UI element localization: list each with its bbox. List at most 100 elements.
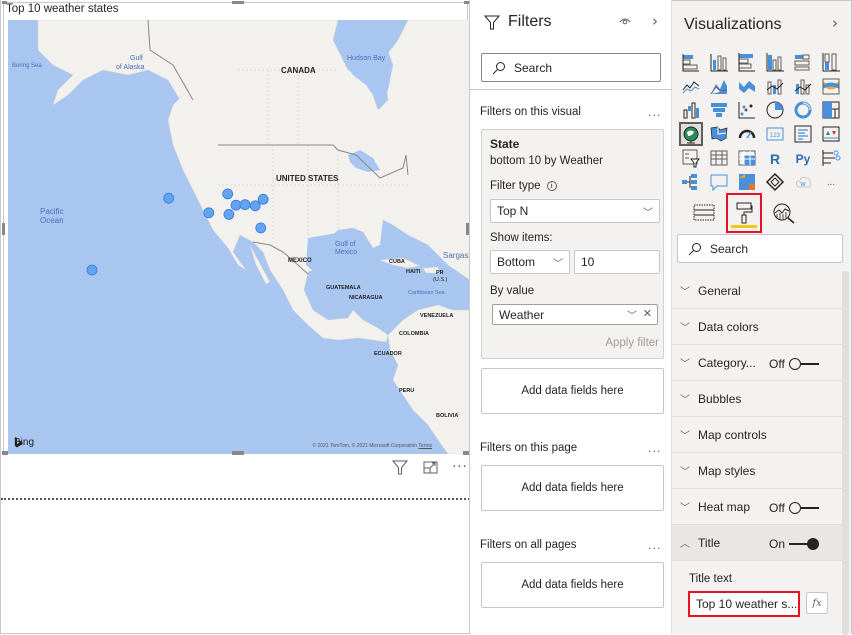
viz-100-stacked-bar-chart[interactable] bbox=[789, 50, 817, 74]
map-area[interactable]: Bering Sea Gulf of Alaska CANADA Hudson … bbox=[8, 20, 470, 454]
bubble-georgia[interactable] bbox=[249, 200, 261, 212]
collapse-filters-icon[interactable]: › bbox=[652, 12, 658, 30]
tab-analytics[interactable] bbox=[768, 195, 800, 231]
viz-multi-row-card[interactable] bbox=[789, 122, 817, 146]
viz-stacked-column-chart[interactable] bbox=[705, 50, 733, 74]
toggle-knob[interactable] bbox=[788, 358, 801, 370]
resize-handle-top[interactable] bbox=[232, 1, 244, 4]
show-items-count-input[interactable]: 10 bbox=[574, 250, 660, 274]
viz-waterfall-chart[interactable] bbox=[677, 98, 705, 122]
bubble-alabama[interactable] bbox=[239, 199, 251, 211]
format-card-map-styles[interactable]: ﹀ Map styles bbox=[672, 453, 842, 489]
toggle-track[interactable] bbox=[788, 358, 819, 370]
section-visual-more-icon[interactable]: ... bbox=[648, 106, 662, 119]
chevron-down-icon[interactable]: ﹀ bbox=[627, 307, 637, 322]
info-icon[interactable]: i bbox=[546, 181, 557, 191]
remove-field-icon[interactable]: ✕ bbox=[643, 307, 652, 320]
bubble-mississippi[interactable] bbox=[230, 199, 242, 211]
show-items-direction-dropdown[interactable]: Bottom ﹀ bbox=[490, 250, 570, 274]
format-search-input[interactable]: Search bbox=[677, 234, 843, 263]
viz-stacked-area-chart[interactable] bbox=[733, 74, 761, 98]
format-pane-scrollbar[interactable] bbox=[842, 271, 849, 635]
toggle-switch[interactable]: Off bbox=[769, 501, 819, 515]
eye-icon[interactable] bbox=[619, 15, 631, 28]
filter-type-dropdown[interactable]: Top N ﹀ bbox=[490, 199, 660, 223]
format-card-category[interactable]: ﹀ Category... Off bbox=[672, 345, 842, 381]
bubble-arizona[interactable] bbox=[163, 192, 175, 204]
section-all-more-icon[interactable]: ... bbox=[648, 539, 662, 552]
resize-handle-left[interactable] bbox=[2, 223, 5, 235]
bubble-texas[interactable] bbox=[203, 207, 215, 219]
resize-handle-top-left[interactable] bbox=[2, 1, 7, 4]
viz-scatter-chart[interactable] bbox=[733, 98, 761, 122]
filter-icon[interactable] bbox=[391, 459, 409, 475]
bubble-florida[interactable] bbox=[255, 222, 267, 234]
viz-card[interactable]: 123 bbox=[761, 122, 789, 146]
resize-handle-bottom-left[interactable] bbox=[2, 451, 8, 455]
format-card-map-controls[interactable]: ﹀ Map controls bbox=[672, 417, 842, 453]
conditional-formatting-fx-button[interactable]: fx bbox=[806, 592, 828, 614]
viz-line-and-clustered-column-chart[interactable] bbox=[789, 74, 817, 98]
bubble-arkansas[interactable] bbox=[222, 188, 234, 200]
format-card-data-colors[interactable]: ﹀ Data colors bbox=[672, 309, 842, 345]
viz-map[interactable] bbox=[677, 122, 705, 146]
resize-handle-bottom[interactable] bbox=[232, 451, 244, 455]
page-filters-drop-zone[interactable]: Add data fields here bbox=[481, 465, 664, 511]
viz-line-and-stacked-column-chart[interactable] bbox=[761, 74, 789, 98]
format-card-general[interactable]: ﹀ General bbox=[672, 273, 842, 309]
map-visual[interactable]: Top 10 weather states Bering Sea Gulf of… bbox=[2, 1, 470, 455]
section-page-more-icon[interactable]: ... bbox=[648, 442, 662, 455]
viz-key-influencers[interactable] bbox=[817, 146, 845, 170]
viz-clustered-bar-chart[interactable] bbox=[733, 50, 761, 74]
filter-card-state[interactable]: State bottom 10 by Weather Filter type i… bbox=[481, 129, 664, 359]
all-pages-filters-drop-zone[interactable]: Add data fields here bbox=[481, 562, 664, 608]
toggle-switch[interactable]: Off bbox=[769, 357, 819, 371]
map-canvas[interactable]: Bering Sea Gulf of Alaska CANADA Hudson … bbox=[8, 20, 470, 454]
viz-slicer[interactable] bbox=[677, 146, 705, 170]
viz-pie-chart[interactable] bbox=[761, 98, 789, 122]
viz-100-stacked-column-chart[interactable] bbox=[817, 50, 845, 74]
viz-gauge[interactable] bbox=[733, 122, 761, 146]
apply-filter-button[interactable]: Apply filter bbox=[605, 337, 659, 349]
tab-fields[interactable] bbox=[688, 195, 720, 231]
viz-python-visual[interactable]: Py bbox=[789, 146, 817, 170]
viz-clustered-column-chart[interactable] bbox=[761, 50, 789, 74]
format-card-bubbles[interactable]: ﹀ Bubbles bbox=[672, 381, 842, 417]
bubble-hawaii[interactable] bbox=[86, 264, 98, 276]
more-options-icon[interactable]: ··· bbox=[451, 459, 469, 475]
toggle-track[interactable] bbox=[789, 538, 820, 550]
viz-ribbon-chart[interactable] bbox=[817, 74, 845, 98]
viz-r-script-visual[interactable]: R bbox=[761, 146, 789, 170]
viz-q-and-a[interactable] bbox=[705, 170, 733, 194]
viz-matrix[interactable] bbox=[733, 146, 761, 170]
viz-decomposition-tree[interactable] bbox=[677, 170, 705, 194]
viz-treemap[interactable] bbox=[817, 98, 845, 122]
collapse-visualizations-icon[interactable]: › bbox=[832, 14, 838, 32]
viz-stacked-bar-chart[interactable] bbox=[677, 50, 705, 74]
bubble-south-carolina[interactable] bbox=[257, 193, 269, 205]
viz-area-chart[interactable] bbox=[705, 74, 733, 98]
bubble-louisiana[interactable] bbox=[223, 208, 235, 220]
focus-mode-icon[interactable] bbox=[421, 459, 439, 475]
tab-format[interactable] bbox=[726, 193, 762, 233]
toggle-track[interactable] bbox=[788, 502, 819, 514]
format-card-heat-map[interactable]: ﹀ Heat map Off bbox=[672, 489, 842, 525]
title-text-input[interactable]: Top 10 weather s... bbox=[688, 591, 800, 617]
viz-donut-chart[interactable] bbox=[789, 98, 817, 122]
viz-word-cloud[interactable]: w bbox=[789, 170, 817, 194]
viz-smart-narrative[interactable] bbox=[733, 170, 761, 194]
viz-table[interactable] bbox=[705, 146, 733, 170]
viz-kpi[interactable] bbox=[817, 122, 845, 146]
toggle-knob[interactable] bbox=[807, 538, 820, 550]
viz-filled-map[interactable] bbox=[705, 122, 733, 146]
format-card-title[interactable]: ︿ Title On bbox=[672, 525, 842, 561]
toggle-switch[interactable]: On bbox=[769, 537, 820, 551]
filters-search-input[interactable]: Search bbox=[481, 53, 661, 82]
visual-filters-drop-zone[interactable]: Add data fields here bbox=[481, 368, 664, 414]
viz-more-visuals[interactable]: ... bbox=[817, 170, 845, 194]
viz-funnel-chart[interactable] bbox=[705, 98, 733, 122]
viz-line-chart[interactable] bbox=[677, 74, 705, 98]
toggle-knob[interactable] bbox=[788, 502, 801, 514]
terms-link[interactable]: Terms bbox=[418, 443, 432, 449]
viz-power-apps[interactable] bbox=[761, 170, 789, 194]
